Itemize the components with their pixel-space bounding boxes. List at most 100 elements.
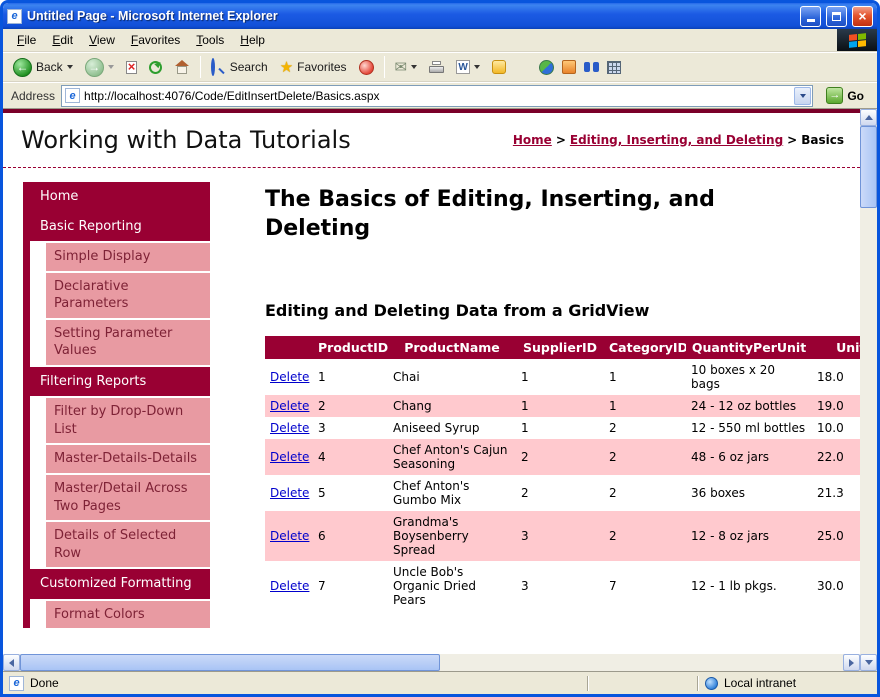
delete-link[interactable]: Delete [270,421,309,435]
edit-button[interactable]: W [451,57,485,77]
cell-unit-price: 10.0 [812,417,860,439]
sidebar-item-master-detail-across-two-pages[interactable]: Master/Detail Across Two Pages [46,475,210,520]
go-button[interactable]: → Go [819,85,871,106]
cell-quantity-per-unit: 12 - 550 ml bottles [686,417,812,439]
delete-link[interactable]: Delete [270,399,309,413]
breadcrumb-separator: > [556,133,566,147]
research-icon[interactable] [584,62,599,72]
favorites-label: Favorites [297,60,346,74]
mail-dropdown-icon [411,65,417,69]
search-button[interactable]: Search [206,57,273,78]
sidebar-item-home[interactable]: Home [30,182,210,212]
cell-product-id: 5 [313,475,388,511]
cell-category-id: 7 [604,561,686,611]
menu-favorites[interactable]: Favorites [123,30,188,50]
sidebar-items: Home Basic Reporting Simple Display Decl… [30,182,210,628]
table-row: Delete 7 Uncle Bob's Organic Dried Pears… [265,561,860,611]
refresh-button[interactable] [144,58,167,77]
maximize-button[interactable] [826,6,847,27]
cell-quantity-per-unit: 36 boxes [686,475,812,511]
grid-icon[interactable] [607,61,621,74]
vertical-scroll-thumb[interactable] [860,126,877,208]
mail-button[interactable]: ✉ [390,57,423,78]
address-combobox[interactable]: e [61,85,813,107]
vertical-scroll-track[interactable] [860,126,877,654]
section-title: Editing and Deleting Data from a GridVie… [265,301,860,320]
sidebar-item-format-colors[interactable]: Format Colors [46,601,210,629]
menu-view[interactable]: View [81,30,123,50]
delete-link[interactable]: Delete [270,370,309,384]
horizontal-scroll-thumb[interactable] [20,654,440,671]
delete-link[interactable]: Delete [270,486,309,500]
vertical-scrollbar[interactable] [860,109,877,671]
cell-product-name: Aniseed Syrup [388,417,516,439]
header-category-id: CategoryID [604,336,686,359]
horizontal-scrollbar[interactable] [3,654,860,671]
sidebar-item-master-details-details[interactable]: Master-Details-Details [46,445,210,473]
scroll-left-button[interactable] [3,654,20,671]
sidebar-item-simple-display[interactable]: Simple Display [46,243,210,271]
horizontal-scroll-track[interactable] [20,654,843,671]
stop-icon: × [126,61,137,74]
standard-toolbar: ← Back → × Search ★ Favorites [3,52,877,82]
highlight-icon[interactable] [562,60,576,74]
minimize-button[interactable] [800,6,821,27]
messenger-button[interactable] [487,57,511,77]
favorites-button[interactable]: ★ Favorites [275,57,352,78]
scroll-down-button[interactable] [860,654,877,671]
cell-unit-price: 30.0 [812,561,860,611]
header-product-id: ProductID [313,336,388,359]
print-button[interactable] [424,58,449,76]
delete-link[interactable]: Delete [270,579,309,593]
menu-items: File Edit View Favorites Tools Help [3,29,273,51]
products-gridview: ProductID ProductName SupplierID Categor… [265,336,860,611]
address-dropdown-button[interactable] [794,87,811,105]
cell-product-name: Chang [388,395,516,417]
title-bar[interactable]: e Untitled Page - Microsoft Internet Exp… [3,3,877,29]
cell-supplier-id: 1 [516,359,604,395]
delete-link[interactable]: Delete [270,450,309,464]
table-row: Delete 3 Aniseed Syrup 1 2 12 - 550 ml b… [265,417,860,439]
globe-icon[interactable] [539,60,554,75]
ie-page-icon: e [7,9,22,24]
close-button[interactable]: × [852,6,873,27]
menu-tools[interactable]: Tools [188,30,232,50]
menu-edit[interactable]: Edit [44,30,81,50]
menu-help[interactable]: Help [232,30,273,50]
sidebar-item-setting-parameter-values[interactable]: Setting Parameter Values [46,320,210,365]
sidebar-item-declarative-parameters[interactable]: Declarative Parameters [46,273,210,318]
scroll-up-button[interactable] [860,109,877,126]
delete-link[interactable]: Delete [270,529,309,543]
go-label: Go [847,89,864,103]
menu-file[interactable]: File [9,30,44,50]
print-icon [429,61,444,73]
scroll-right-button[interactable] [843,654,860,671]
sidebar-item-filtering-reports[interactable]: Filtering Reports [30,367,210,397]
cell-category-id: 1 [604,359,686,395]
cell-unit-price: 19.0 [812,395,860,417]
sidebar-item-customized-formatting[interactable]: Customized Formatting [30,569,210,599]
security-zone: Local intranet [701,676,873,690]
forward-icon: → [85,58,104,77]
address-input[interactable] [84,89,790,103]
cell-product-id: 3 [313,417,388,439]
cell-product-id: 6 [313,511,388,561]
breadcrumb-home-link[interactable]: Home [513,133,552,147]
menu-bar: File Edit View Favorites Tools Help [3,29,877,52]
sidebar-item-filter-by-dropdown-list[interactable]: Filter by Drop-Down List [46,398,210,443]
breadcrumb-section-link[interactable]: Editing, Inserting, and Deleting [570,133,783,147]
back-button[interactable]: ← Back [8,55,78,80]
browser-window: e Untitled Page - Microsoft Internet Exp… [0,0,880,697]
home-button[interactable] [169,57,195,77]
search-icon [211,60,226,75]
sidebar-item-details-of-selected-row[interactable]: Details of Selected Row [46,522,210,567]
back-icon: ← [13,58,32,77]
cell-unit-price: 22.0 [812,439,860,475]
forward-button[interactable]: → [80,55,119,80]
table-header-row: ProductID ProductName SupplierID Categor… [265,336,860,359]
stop-button[interactable]: × [121,58,142,77]
sidebar-item-basic-reporting[interactable]: Basic Reporting [30,212,210,242]
cell-product-name: Chef Anton's Gumbo Mix [388,475,516,511]
media-button[interactable] [354,57,379,78]
cell-category-id: 2 [604,511,686,561]
